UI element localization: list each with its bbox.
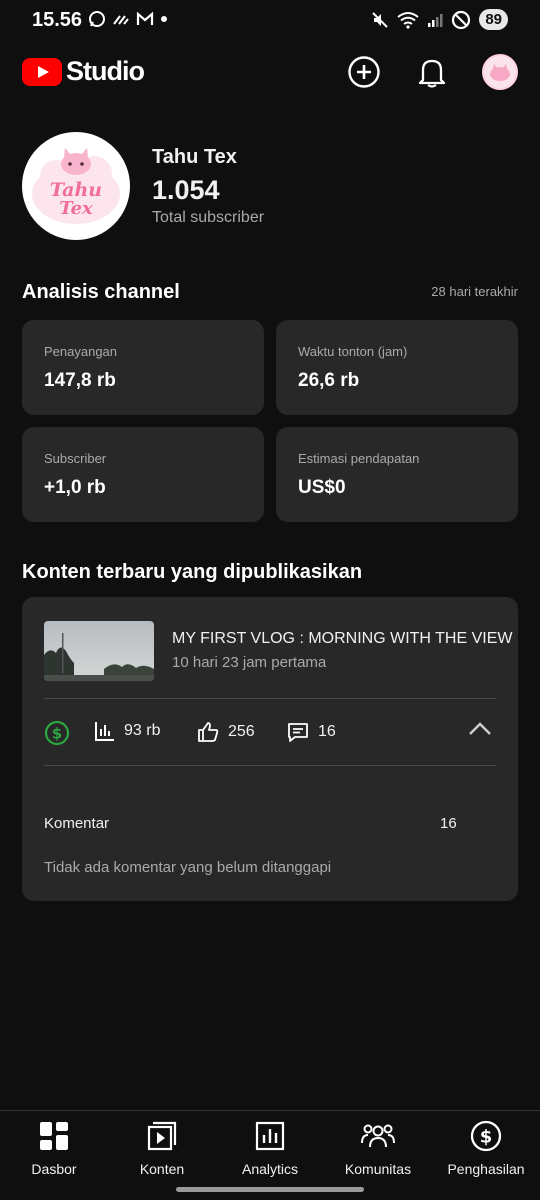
comments-count: 16 (440, 815, 457, 832)
bar-chart-icon (95, 722, 114, 741)
stat-card-views[interactable]: Penayangan 147,8 rb (22, 320, 264, 415)
video-thumbnail[interactable] (44, 621, 154, 681)
comment-icon (288, 723, 308, 742)
svg-text:Tex: Tex (59, 198, 93, 219)
notifications-button[interactable] (412, 52, 452, 92)
comments-label: Komentar (44, 815, 110, 832)
comments-value: 16 (318, 723, 336, 740)
stat-label: Penayangan (44, 344, 118, 359)
nav-label: Dasbor (31, 1161, 77, 1177)
gmail-icon (136, 11, 154, 25)
thumbs-up-icon (198, 722, 219, 742)
cat-mascot-icon (490, 64, 510, 81)
likes-value: 256 (228, 723, 255, 740)
dollar-circle-icon: $ (44, 720, 70, 746)
channel-avatar[interactable]: Tahu Tex (22, 132, 130, 240)
add-circle-icon (348, 56, 380, 88)
views-value: 93 rb (124, 722, 161, 739)
nav-item-earn[interactable]: $ Penghasilan (432, 1119, 540, 1181)
stat-label: Waktu tonton (jam) (298, 344, 408, 359)
stat-card-revenue[interactable]: Estimasi pendapatan US$0 (276, 427, 518, 522)
channel-logo-image: Tahu Tex (32, 148, 120, 224)
signal-icon (428, 13, 443, 27)
stat-value: 26,6 rb (298, 370, 360, 391)
avatar (482, 54, 518, 90)
video-title[interactable]: MY FIRST VLOG : MORNING WITH THE VIEW (172, 630, 512, 648)
analytics-icon (255, 1121, 285, 1151)
account-avatar-button[interactable] (480, 52, 520, 92)
do-not-disturb-icon (452, 10, 471, 29)
wifi-icon (397, 11, 419, 29)
thumbnail-image (44, 621, 154, 681)
stat-value: US$0 (298, 477, 346, 498)
subscriber-label: Total subscriber (152, 209, 265, 226)
nav-item-analytics[interactable]: Analytics (216, 1119, 324, 1181)
stat-value: +1,0 rb (44, 477, 106, 498)
earn-icon: $ (470, 1120, 502, 1152)
nav-label: Penghasilan (447, 1161, 525, 1177)
divider (44, 765, 496, 766)
recent-video-card: MY FIRST VLOG : MORNING WITH THE VIEW 10… (22, 597, 518, 901)
data-transfer-icon (113, 15, 129, 25)
status-time: 15.56 (32, 9, 83, 31)
logo-text: Studio (66, 56, 145, 86)
likes-metric[interactable]: 256 (196, 720, 255, 744)
monetization-status[interactable]: $ (44, 720, 70, 746)
nav-label: Analytics (241, 1161, 299, 1177)
recent-content-title: Konten terbaru yang dipublikasikan (22, 561, 363, 583)
create-button[interactable] (344, 52, 384, 92)
stat-label: Estimasi pendapatan (298, 451, 420, 466)
subscriber-count: 1.054 (152, 175, 220, 205)
youtube-play-icon (22, 57, 62, 86)
svg-text:$: $ (52, 725, 62, 743)
nav-item-community[interactable]: Komunitas (324, 1119, 432, 1181)
stat-card-watch-time[interactable]: Waktu tonton (jam) 26,6 rb (276, 320, 518, 415)
battery-indicator: 89 (479, 9, 508, 30)
analytics-section-title: Analisis channel (22, 281, 180, 303)
community-icon (361, 1124, 395, 1148)
collapse-button[interactable] (468, 721, 492, 742)
mute-icon (372, 11, 389, 28)
divider (44, 698, 496, 699)
analytics-period: 28 hari terakhir (431, 284, 518, 299)
chevron-up-icon (469, 722, 491, 735)
video-period: 10 hari 23 jam pertama (172, 654, 327, 671)
svg-text:$: $ (480, 1127, 493, 1148)
nav-item-content[interactable]: Konten (108, 1119, 216, 1181)
content-icon (147, 1121, 177, 1151)
bell-icon (418, 59, 446, 88)
gesture-home-bar[interactable] (176, 1187, 364, 1192)
stat-card-subscribers[interactable]: Subscriber +1,0 rb (22, 427, 264, 522)
nav-label: Komunitas (344, 1161, 412, 1177)
studio-logo[interactable]: Studio (22, 56, 145, 87)
whatsapp-icon (89, 11, 105, 27)
status-bar: 15.56 89 (0, 0, 540, 40)
notification-dot-icon (161, 16, 167, 22)
nav-label: Konten (139, 1161, 185, 1177)
channel-name: Tahu Tex (152, 146, 237, 168)
comments-empty-message: Tidak ada komentar yang belum ditanggapi (44, 859, 332, 876)
dashboard-icon (40, 1122, 68, 1150)
views-metric[interactable]: 93 rb (94, 720, 160, 742)
stat-value: 147,8 rb (44, 370, 116, 391)
stat-label: Subscriber (44, 451, 107, 466)
comments-metric[interactable]: 16 (286, 720, 336, 744)
app-header: Studio (0, 48, 540, 96)
nav-item-dashboard[interactable]: Dasbor (0, 1119, 108, 1181)
